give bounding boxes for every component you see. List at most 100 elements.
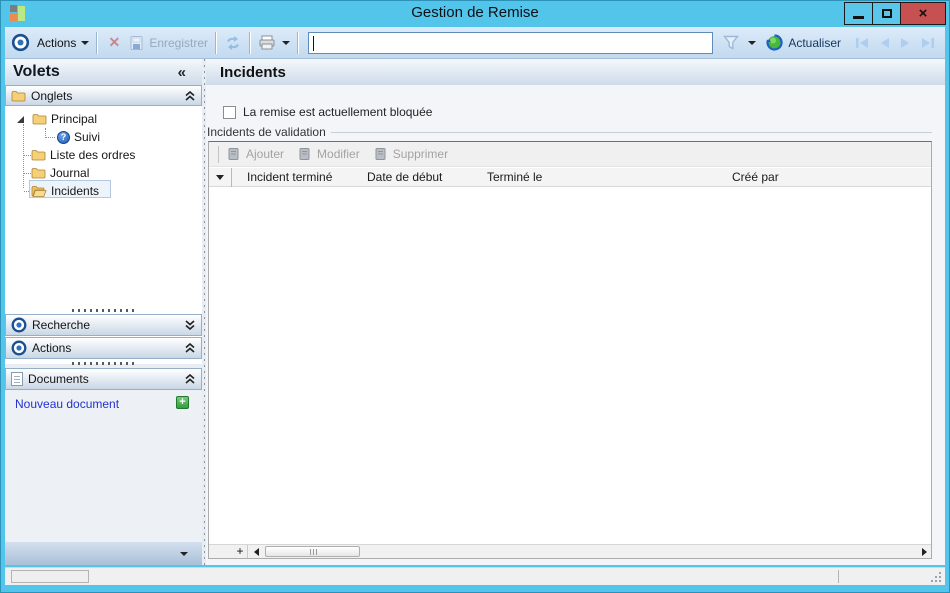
- groupbox-line: [325, 132, 932, 133]
- grid-header-row: Incident terminé Date de début Terminé l…: [209, 168, 931, 187]
- column-header[interactable]: Créé par: [732, 170, 779, 184]
- window-title: Gestion de Remise: [411, 4, 539, 21]
- modifier-button[interactable]: Modifier: [298, 147, 360, 161]
- maximize-icon: [881, 9, 892, 18]
- search-input[interactable]: [308, 31, 714, 54]
- main-toolbar: Actions ✕ Enregistrer Actualiser: [5, 27, 945, 59]
- text-cursor: [313, 35, 315, 51]
- tree-item-suivi[interactable]: ? Suivi: [57, 128, 100, 146]
- modifier-label: Modifier: [317, 147, 360, 161]
- grid-body-empty[interactable]: [209, 187, 931, 544]
- actualiser-button[interactable]: Actualiser: [788, 36, 841, 50]
- tree-item-incidents-selected[interactable]: Incidents: [29, 180, 111, 200]
- sidebar-splitter[interactable]: [5, 359, 202, 367]
- tree-item-label: Incidents: [51, 184, 100, 198]
- last-record-icon[interactable]: [920, 37, 935, 49]
- print-dropdown-icon[interactable]: [282, 40, 291, 45]
- folder-icon: [31, 168, 46, 179]
- toolbar-separator: [215, 31, 218, 54]
- section-onglets[interactable]: Onglets: [5, 85, 202, 106]
- application-window: Gestion de Remise × Actions ✕ Enregistre…: [0, 0, 950, 593]
- column-header[interactable]: Incident terminé: [247, 170, 332, 184]
- print-icon[interactable]: [258, 35, 276, 51]
- next-record-icon[interactable]: [899, 37, 912, 49]
- scrollbar-add-button[interactable]: +: [233, 545, 248, 558]
- chevron-double-up-icon[interactable]: [184, 374, 196, 384]
- close-button[interactable]: ×: [900, 2, 946, 25]
- horizontal-scrollbar: +: [209, 544, 931, 558]
- add-document-icon[interactable]: +: [176, 396, 189, 409]
- tree-item-label: Journal: [50, 166, 90, 180]
- record-navigator: [851, 37, 939, 49]
- scroll-right-button[interactable]: [917, 545, 931, 558]
- incidents-grid: Ajouter Modifier Supprimer Incident term…: [208, 141, 932, 559]
- filter-icon[interactable]: [722, 35, 740, 51]
- scroll-left-icon: [253, 547, 259, 556]
- tree-item-liste-des-ordres[interactable]: Liste des ordres: [31, 146, 135, 164]
- column-header[interactable]: Date de début: [367, 170, 442, 184]
- checkbox-label: La remise est actuellement bloquée: [243, 105, 433, 119]
- ajouter-label: Ajouter: [246, 147, 285, 161]
- status-bar: [5, 567, 945, 585]
- expander-expanded-icon[interactable]: [17, 115, 24, 123]
- tree-guide: [23, 124, 24, 188]
- chevron-double-down-icon[interactable]: [184, 320, 196, 330]
- actions-dropdown-icon[interactable]: [81, 40, 90, 45]
- main-panel: Incidents La remise est actuellement blo…: [206, 59, 945, 565]
- minimize-button[interactable]: [844, 2, 873, 25]
- toolbar-separator: [96, 31, 99, 54]
- column-header[interactable]: Terminé le: [487, 170, 542, 184]
- grid-toolbar: Ajouter Modifier Supprimer: [209, 142, 931, 167]
- titlebar[interactable]: Gestion de Remise ×: [1, 1, 949, 27]
- section-recherche[interactable]: Recherche: [5, 314, 202, 336]
- actualiser-icon[interactable]: [766, 34, 783, 51]
- collapse-sidebar-icon[interactable]: «: [178, 64, 194, 81]
- target-icon: [11, 317, 27, 333]
- save-icon[interactable]: [129, 35, 145, 51]
- tree-guide: [45, 137, 55, 138]
- minimize-icon: [853, 15, 864, 19]
- first-record-icon[interactable]: [855, 37, 870, 49]
- page-title: Incidents: [220, 63, 286, 81]
- filter-dropdown-icon[interactable]: [748, 40, 757, 45]
- blocked-checkbox-row: La remise est actuellement bloquée: [223, 105, 432, 119]
- chevron-double-up-icon[interactable]: [184, 343, 196, 353]
- resize-grip[interactable]: [939, 580, 941, 582]
- row-indicator-icon: [216, 175, 224, 180]
- folder-icon: [32, 114, 47, 125]
- tree-guide: [24, 173, 31, 174]
- section-documents[interactable]: Documents: [5, 368, 202, 390]
- scroll-left-button[interactable]: [249, 545, 263, 558]
- delete-icon[interactable]: ✕: [105, 34, 123, 51]
- tree-item-principal[interactable]: Principal: [17, 110, 97, 128]
- scroll-right-icon: [921, 547, 927, 556]
- new-document-link[interactable]: Nouveau document: [15, 397, 119, 411]
- ajouter-button[interactable]: Ajouter: [227, 147, 284, 161]
- status-divider: [838, 570, 839, 583]
- groupbox-label: Incidents de validation: [207, 125, 331, 139]
- section-label: Documents: [28, 372, 89, 386]
- sidebar-title: Volets: [13, 63, 60, 80]
- sidebar-header: Volets «: [5, 59, 202, 85]
- folder-open-icon: [31, 185, 47, 197]
- enregistrer-button[interactable]: Enregistrer: [149, 36, 208, 50]
- refresh-icon[interactable]: [224, 35, 242, 51]
- scrollbar-thumb[interactable]: [265, 546, 360, 557]
- actions-menu-button[interactable]: Actions: [37, 36, 76, 50]
- tree-guide: [24, 155, 31, 156]
- actions-target-icon[interactable]: [11, 33, 30, 52]
- add-row-icon: [228, 148, 239, 160]
- remise-bloquee-checkbox[interactable]: [223, 105, 236, 119]
- section-label: Onglets: [31, 88, 73, 103]
- chevron-double-up-icon[interactable]: [184, 90, 196, 101]
- supprimer-button[interactable]: Supprimer: [374, 147, 448, 161]
- app-body: Volets « Onglets Principal ? Suivi Liste…: [5, 59, 945, 565]
- folder-icon: [31, 150, 46, 161]
- chevron-down-icon[interactable]: [180, 552, 188, 556]
- sidebar-splitter[interactable]: [5, 306, 202, 314]
- sidebar-bottom-bar: [5, 542, 202, 565]
- previous-record-icon[interactable]: [878, 37, 891, 49]
- edit-row-icon: [299, 148, 310, 160]
- maximize-button[interactable]: [872, 2, 901, 25]
- section-actions[interactable]: Actions: [5, 337, 202, 359]
